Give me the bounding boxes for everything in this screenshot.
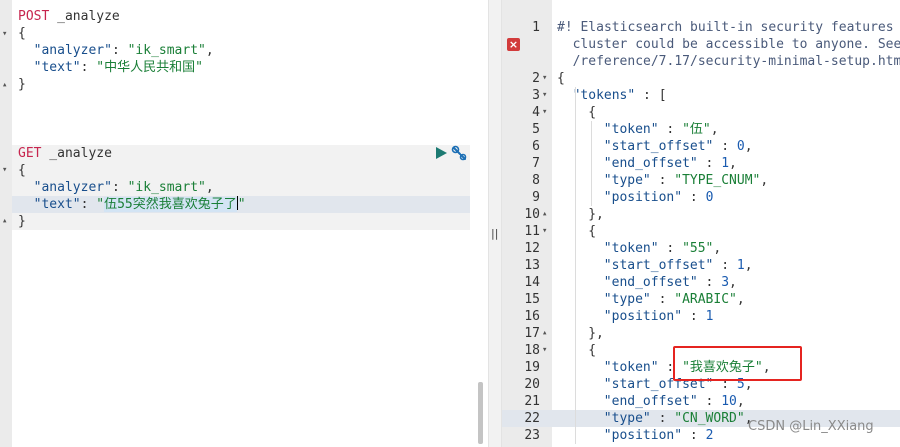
fold-arrow-icon[interactable]: ▾ — [542, 223, 551, 240]
response-line: "end_offset" : 1, — [603, 156, 737, 171]
line-number: 9 — [532, 190, 540, 205]
line-number: 2 — [532, 71, 540, 86]
response-line: #! Elasticsearch built-in security featu… — [557, 20, 894, 35]
response-line: "tokens" : [ — [572, 88, 667, 103]
response-line: "position" : 2 — [603, 428, 714, 443]
fold-arrow-icon[interactable]: ▴ — [2, 217, 10, 226]
line-number: 15 — [524, 292, 540, 307]
annotation-highlight-box — [673, 346, 802, 381]
response-line: { — [588, 224, 597, 239]
line-number: 5 — [532, 122, 540, 137]
line-number: 22 — [524, 411, 540, 426]
fold-arrow-icon[interactable]: ▴ — [542, 206, 551, 223]
response-line: "start_offset" : 1, — [603, 258, 753, 273]
fold-arrow-icon[interactable]: ▾ — [2, 166, 10, 175]
request-1-line-analyzer: "analyzer": "ik_smart", — [33, 43, 214, 58]
line-number: 20 — [524, 377, 540, 392]
wrench-icon[interactable] — [451, 145, 468, 162]
indent-guide — [575, 87, 576, 444]
line-number: 23 — [524, 428, 540, 443]
line-number: 13 — [524, 258, 540, 273]
resize-grip-icon: || — [491, 227, 499, 240]
request-1-line-text: "text": "中华人民共和国" — [33, 60, 203, 75]
fold-arrow-icon[interactable]: ▾ — [542, 87, 551, 104]
response-line: "token" : "55", — [603, 241, 722, 256]
response-line: "position" : 1 — [603, 309, 714, 324]
selected-text: 伍55突然我喜欢兔子了 — [104, 197, 237, 212]
response-line: /reference/7.17/security-minimal-setup.h… — [572, 54, 900, 69]
line-number: 16 — [524, 309, 540, 324]
panel-resize-handle[interactable]: || — [488, 0, 502, 447]
response-line: "start_offset" : 0, — [603, 139, 753, 154]
line-number: 18 — [524, 343, 540, 358]
response-line: cluster could be accessible to anyone. S… — [572, 37, 900, 52]
request-1-line-method: POST _analyze — [18, 9, 120, 24]
indent-guide — [591, 121, 592, 206]
response-line: }, — [588, 207, 604, 222]
fold-arrow-icon[interactable]: ▾ — [542, 104, 551, 121]
line-number: 7 — [532, 156, 540, 171]
response-line: { — [557, 71, 565, 86]
fold-arrow-icon[interactable]: ▴ — [2, 81, 10, 90]
request-editor-scrollbar[interactable] — [478, 382, 483, 444]
request-2-line-close: } — [18, 214, 26, 229]
request-editor-gutter: ▾ ▴ ▾ ▴ — [0, 0, 12, 447]
line-number: 12 — [524, 241, 540, 256]
response-line: "token" : "伍", — [603, 122, 719, 137]
line-number: 19 — [524, 360, 540, 375]
line-number: 8 — [532, 173, 540, 188]
response-line: { — [588, 105, 597, 120]
response-line: "end_offset" : 3, — [603, 275, 737, 290]
watermark-text: CSDN @Lin_XXiang — [748, 419, 874, 434]
response-line: }, — [588, 326, 604, 341]
line-number: 6 — [532, 139, 540, 154]
request-2-line-text: "text": "伍55突然我喜欢兔子了" — [33, 196, 246, 212]
line-number: 1 — [532, 20, 540, 35]
fold-arrow-icon[interactable]: ▾ — [2, 30, 10, 39]
response-line: { — [588, 343, 597, 358]
error-icon[interactable]: × — [507, 38, 520, 51]
request-2-line-analyzer: "analyzer": "ik_smart", — [33, 180, 214, 195]
response-line: "type" : "TYPE_CNUM", — [603, 173, 769, 188]
response-line: "type" : "CN_WORD", — [603, 411, 753, 426]
line-number: 4 — [532, 105, 540, 120]
fold-arrow-icon[interactable]: ▴ — [542, 325, 551, 342]
request-1-line-close: } — [18, 77, 26, 92]
request-2-line-open: { — [18, 163, 26, 178]
response-line: "type" : "ARABIC", — [603, 292, 745, 307]
request-1-line-open: { — [18, 26, 26, 41]
fold-arrow-icon[interactable]: ▾ — [542, 70, 551, 87]
line-number: 17 — [524, 326, 540, 341]
response-line: "end_offset" : 10, — [603, 394, 745, 409]
response-line: "position" : 0 — [603, 190, 714, 205]
line-number: 21 — [524, 394, 540, 409]
play-icon[interactable] — [434, 146, 448, 160]
line-number: 3 — [532, 88, 540, 103]
request-editor[interactable]: ▾ ▴ ▾ ▴ POST _analyze { "analyzer": "ik_… — [0, 0, 488, 447]
line-number: 14 — [524, 275, 540, 290]
line-number: 11 — [524, 224, 540, 239]
fold-arrow-icon[interactable]: ▾ — [542, 342, 551, 359]
line-number: 10 — [524, 207, 540, 222]
request-2-line-method: GET _analyze — [18, 146, 112, 161]
